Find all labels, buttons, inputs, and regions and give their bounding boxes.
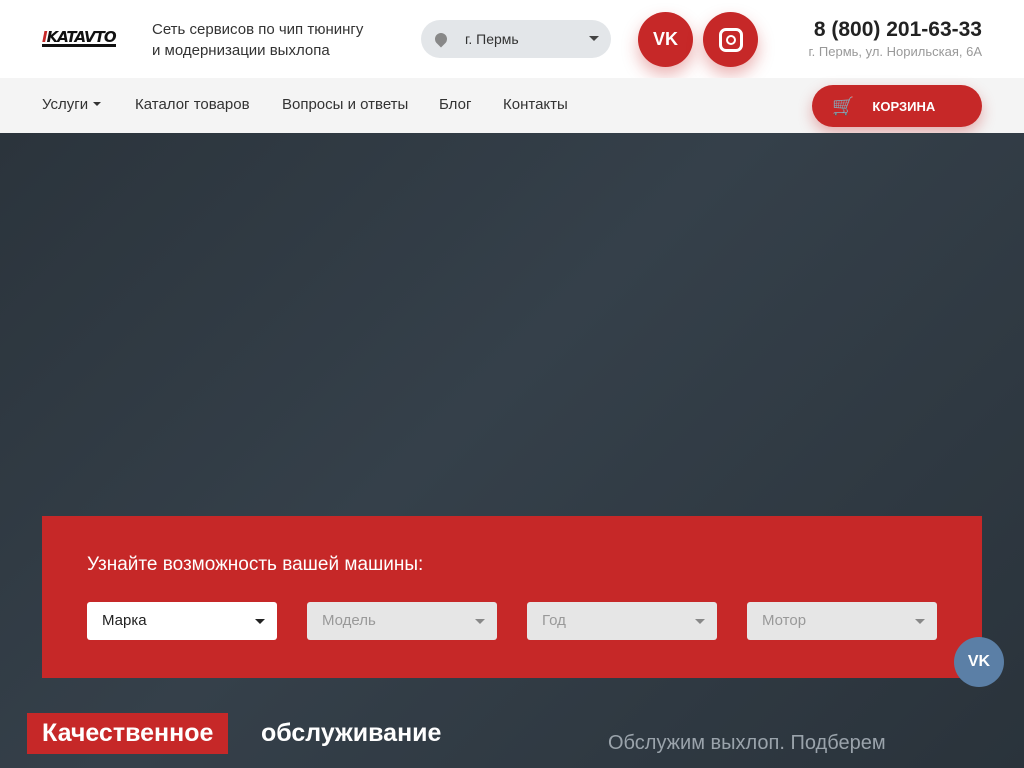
- brand-value: Марка: [102, 612, 147, 629]
- year-select[interactable]: Год: [527, 602, 717, 640]
- model-placeholder: Модель: [322, 612, 376, 629]
- phone-link[interactable]: 8 (800) 201-63-33: [814, 18, 982, 42]
- vk-button[interactable]: VK: [638, 12, 693, 67]
- engine-select[interactable]: Мотор: [747, 602, 937, 640]
- address: г. Пермь, ул. Норильская, 6А: [808, 44, 982, 59]
- cart-icon: 🛒: [832, 95, 855, 116]
- nav-services[interactable]: Услуги: [42, 96, 102, 113]
- selector-title: Узнайте возможность вашей машины:: [87, 554, 424, 575]
- chevron-down-icon: [589, 36, 599, 46]
- tagline-line-1: Сеть сервисов по чип тюнингу: [152, 21, 364, 38]
- logo[interactable]: IKATAVTO: [42, 28, 117, 47]
- headline-rest: обслуживание: [261, 719, 442, 747]
- nav-label: Услуги: [42, 96, 89, 113]
- caret-down-icon: [93, 102, 102, 110]
- hero-subtext: Обслужим выхлоп. Подберем: [608, 732, 886, 754]
- cart-button[interactable]: 🛒 КОРЗИНА: [812, 85, 982, 127]
- nav-blog[interactable]: Блог: [439, 96, 471, 113]
- nav-catalog[interactable]: Каталог товаров: [135, 96, 250, 113]
- year-placeholder: Год: [542, 612, 566, 629]
- instagram-button[interactable]: [703, 12, 758, 67]
- main-nav: Услуги Каталог товаров Вопросы и ответы …: [0, 78, 1024, 133]
- top-header: IKATAVTO Сеть сервисов по чип тюнингу и м…: [0, 0, 1024, 78]
- engine-placeholder: Мотор: [762, 612, 807, 629]
- cart-label: КОРЗИНА: [872, 98, 936, 114]
- headline-badge: Качественное: [27, 713, 229, 754]
- nav-contacts[interactable]: Контакты: [503, 96, 568, 113]
- nav-faq[interactable]: Вопросы и ответы: [282, 96, 408, 113]
- instagram-icon: [718, 27, 743, 52]
- car-selector-panel: Узнайте возможность вашей машины: Марка …: [42, 516, 982, 678]
- caret-down-icon: [255, 619, 265, 629]
- vk-float-button[interactable]: VK: [954, 637, 1004, 687]
- caret-down-icon: [695, 619, 705, 629]
- logo-text: KATAVTO: [46, 28, 117, 46]
- city-value: г. Пермь: [465, 31, 519, 47]
- tagline: Сеть сервисов по чип тюнингу и модернизац…: [152, 19, 363, 61]
- vk-icon: VK: [967, 653, 991, 670]
- map-pin-icon: [432, 30, 450, 48]
- city-select[interactable]: г. Пермь: [421, 20, 611, 58]
- caret-down-icon: [915, 619, 925, 629]
- caret-down-icon: [475, 619, 485, 629]
- tagline-line-2: и модернизации выхлопа: [152, 42, 330, 59]
- model-select[interactable]: Модель: [307, 602, 497, 640]
- vk-icon: VK: [652, 29, 678, 49]
- brand-select[interactable]: Марка: [87, 602, 277, 640]
